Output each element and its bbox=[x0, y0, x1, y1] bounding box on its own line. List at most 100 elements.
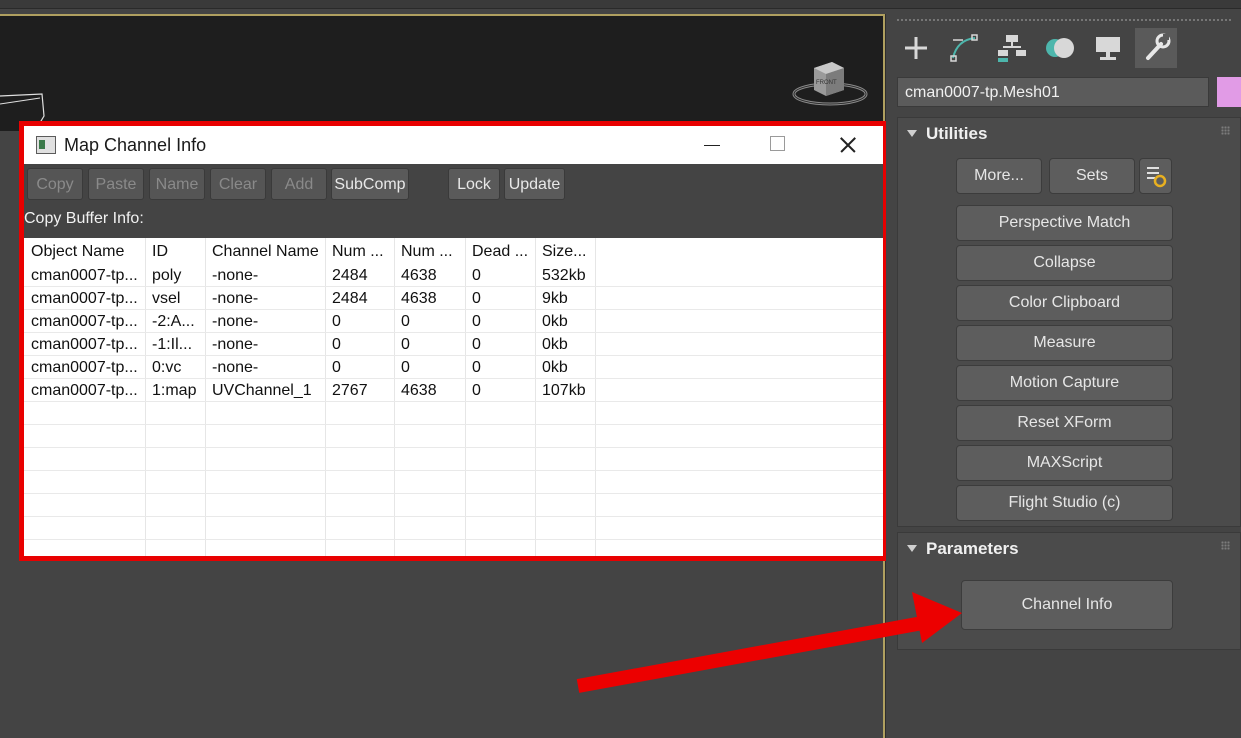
update-button[interactable]: Update bbox=[504, 168, 565, 200]
more-button[interactable]: More... bbox=[956, 158, 1042, 194]
cell-object-name: cman0007-tp... bbox=[31, 267, 138, 284]
modify-icon bbox=[950, 34, 978, 62]
dialog-title: Map Channel Info bbox=[64, 135, 207, 155]
cell-dead: 0 bbox=[472, 359, 481, 376]
cell-id: 1:map bbox=[152, 382, 197, 399]
collapse-triangle-icon[interactable] bbox=[907, 545, 917, 552]
cell-object-name: cman0007-tp... bbox=[31, 290, 138, 307]
cell-num-faces: 0 bbox=[401, 359, 410, 376]
utility-button-maxscript[interactable]: MAXScript bbox=[956, 445, 1173, 481]
cell-dead: 0 bbox=[472, 336, 481, 353]
cell-channel-name: UVChannel_1 bbox=[212, 382, 312, 399]
tab-utilities[interactable] bbox=[1135, 28, 1177, 68]
utility-button-motion-capture[interactable]: Motion Capture bbox=[956, 365, 1173, 401]
tab-motion[interactable] bbox=[1039, 28, 1081, 68]
map-channel-info-dialog: Map Channel Info Copy Paste Name Clear A… bbox=[19, 121, 888, 561]
cell-object-name: cman0007-tp... bbox=[31, 336, 138, 353]
paste-button[interactable]: Paste bbox=[88, 168, 144, 200]
utility-button-perspective-match[interactable]: Perspective Match bbox=[956, 205, 1173, 241]
cell-id: -1:Il... bbox=[152, 336, 193, 353]
configure-button-sets[interactable] bbox=[1139, 158, 1172, 194]
close-button[interactable] bbox=[824, 126, 870, 164]
table-header: Object Name ID Channel Name Num ... Num … bbox=[24, 238, 883, 263]
cell-size: 107kb bbox=[542, 382, 586, 399]
utilities-rollout: Utilities More... Sets Perspective Match… bbox=[897, 117, 1241, 527]
header-num-verts[interactable]: Num ... bbox=[325, 240, 394, 263]
viewcube-icon[interactable]: FRONT bbox=[790, 54, 870, 110]
utility-button-reset-xform[interactable]: Reset XForm bbox=[956, 405, 1173, 441]
minimize-button[interactable] bbox=[688, 126, 734, 164]
cell-num-verts: 0 bbox=[332, 313, 341, 330]
cell-channel-name: -none- bbox=[212, 336, 259, 353]
cell-num-verts: 2484 bbox=[332, 290, 368, 307]
cell-num-verts: 0 bbox=[332, 359, 341, 376]
panel-grip[interactable] bbox=[896, 18, 1231, 22]
parameters-rollout-title[interactable]: Parameters bbox=[926, 539, 1019, 559]
cell-num-faces: 0 bbox=[401, 336, 410, 353]
row-divider bbox=[24, 539, 883, 540]
channel-table[interactable]: Object Name ID Channel Name Num ... Num … bbox=[24, 238, 883, 556]
channel-info-button[interactable]: Channel Info bbox=[961, 580, 1173, 630]
cell-num-verts: 0 bbox=[332, 336, 341, 353]
utility-button-measure[interactable]: Measure bbox=[956, 325, 1173, 361]
header-id[interactable]: ID bbox=[145, 240, 205, 263]
header-num-faces[interactable]: Num ... bbox=[394, 240, 465, 263]
cell-size: 532kb bbox=[542, 267, 586, 284]
header-object-name[interactable]: Object Name bbox=[24, 240, 145, 263]
cell-num-verts: 2767 bbox=[332, 382, 368, 399]
cell-id: -2:A... bbox=[152, 313, 195, 330]
collapse-triangle-icon[interactable] bbox=[907, 130, 917, 137]
name-button[interactable]: Name bbox=[149, 168, 205, 200]
utility-button-collapse[interactable]: Collapse bbox=[956, 245, 1173, 281]
cell-id: 0:vc bbox=[152, 359, 182, 376]
motion-icon bbox=[1046, 38, 1074, 58]
command-panel: cman0007-tp.Mesh01 Utilities More... Set… bbox=[886, 14, 1241, 738]
minimize-icon bbox=[704, 145, 720, 146]
cell-dead: 0 bbox=[472, 382, 481, 399]
sets-button[interactable]: Sets bbox=[1049, 158, 1135, 194]
tab-display[interactable] bbox=[1087, 28, 1129, 68]
dialog-toolbar: Copy Paste Name Clear Add SubComp Lock U… bbox=[24, 164, 883, 238]
add-button[interactable]: Add bbox=[271, 168, 327, 200]
object-name-field[interactable]: cman0007-tp.Mesh01 bbox=[897, 77, 1209, 107]
cell-channel-name: -none- bbox=[212, 290, 259, 307]
copy-button[interactable]: Copy bbox=[27, 168, 83, 200]
tab-modify[interactable] bbox=[943, 28, 985, 68]
clear-button[interactable]: Clear bbox=[210, 168, 266, 200]
header-size[interactable]: Size... bbox=[535, 240, 595, 263]
cell-size: 0kb bbox=[542, 313, 568, 330]
rollout-grip-icon[interactable] bbox=[1221, 541, 1230, 550]
header-channel-name[interactable]: Channel Name bbox=[205, 240, 325, 263]
subcomp-button[interactable]: SubComp bbox=[331, 168, 409, 200]
maximize-icon bbox=[770, 136, 785, 151]
cell-num-faces: 0 bbox=[401, 313, 410, 330]
utilities-rollout-title[interactable]: Utilities bbox=[926, 124, 987, 144]
cell-num-faces: 4638 bbox=[401, 290, 437, 307]
tab-hierarchy[interactable] bbox=[991, 28, 1033, 68]
lock-button[interactable]: Lock bbox=[448, 168, 500, 200]
cell-size: 9kb bbox=[542, 290, 568, 307]
parameters-rollout: Parameters Channel Info bbox=[897, 532, 1241, 650]
maximize-button[interactable] bbox=[754, 126, 800, 164]
cell-size: 0kb bbox=[542, 336, 568, 353]
command-panel-tabs bbox=[895, 28, 1177, 68]
cell-size: 0kb bbox=[542, 359, 568, 376]
header-dead[interactable]: Dead ... bbox=[465, 240, 535, 263]
utility-button-color-clipboard[interactable]: Color Clipboard bbox=[956, 285, 1173, 321]
tab-create[interactable] bbox=[895, 28, 937, 68]
hierarchy-icon bbox=[998, 35, 1026, 62]
rollout-grip-icon[interactable] bbox=[1221, 126, 1230, 135]
configure-sets-icon bbox=[1147, 167, 1167, 188]
display-icon bbox=[1096, 37, 1120, 60]
cell-object-name: cman0007-tp... bbox=[31, 382, 138, 399]
dialog-titlebar[interactable]: Map Channel Info bbox=[24, 126, 883, 164]
viewport-canvas[interactable]: FRONT bbox=[0, 14, 884, 131]
object-color-swatch[interactable] bbox=[1217, 77, 1241, 107]
row-divider bbox=[24, 447, 883, 448]
cell-dead: 0 bbox=[472, 313, 481, 330]
cell-id: poly bbox=[152, 267, 182, 284]
cell-channel-name: -none- bbox=[212, 267, 259, 284]
utility-button-flight-studio-c[interactable]: Flight Studio (c) bbox=[956, 485, 1173, 521]
row-divider bbox=[24, 493, 883, 494]
row-divider bbox=[24, 516, 883, 517]
